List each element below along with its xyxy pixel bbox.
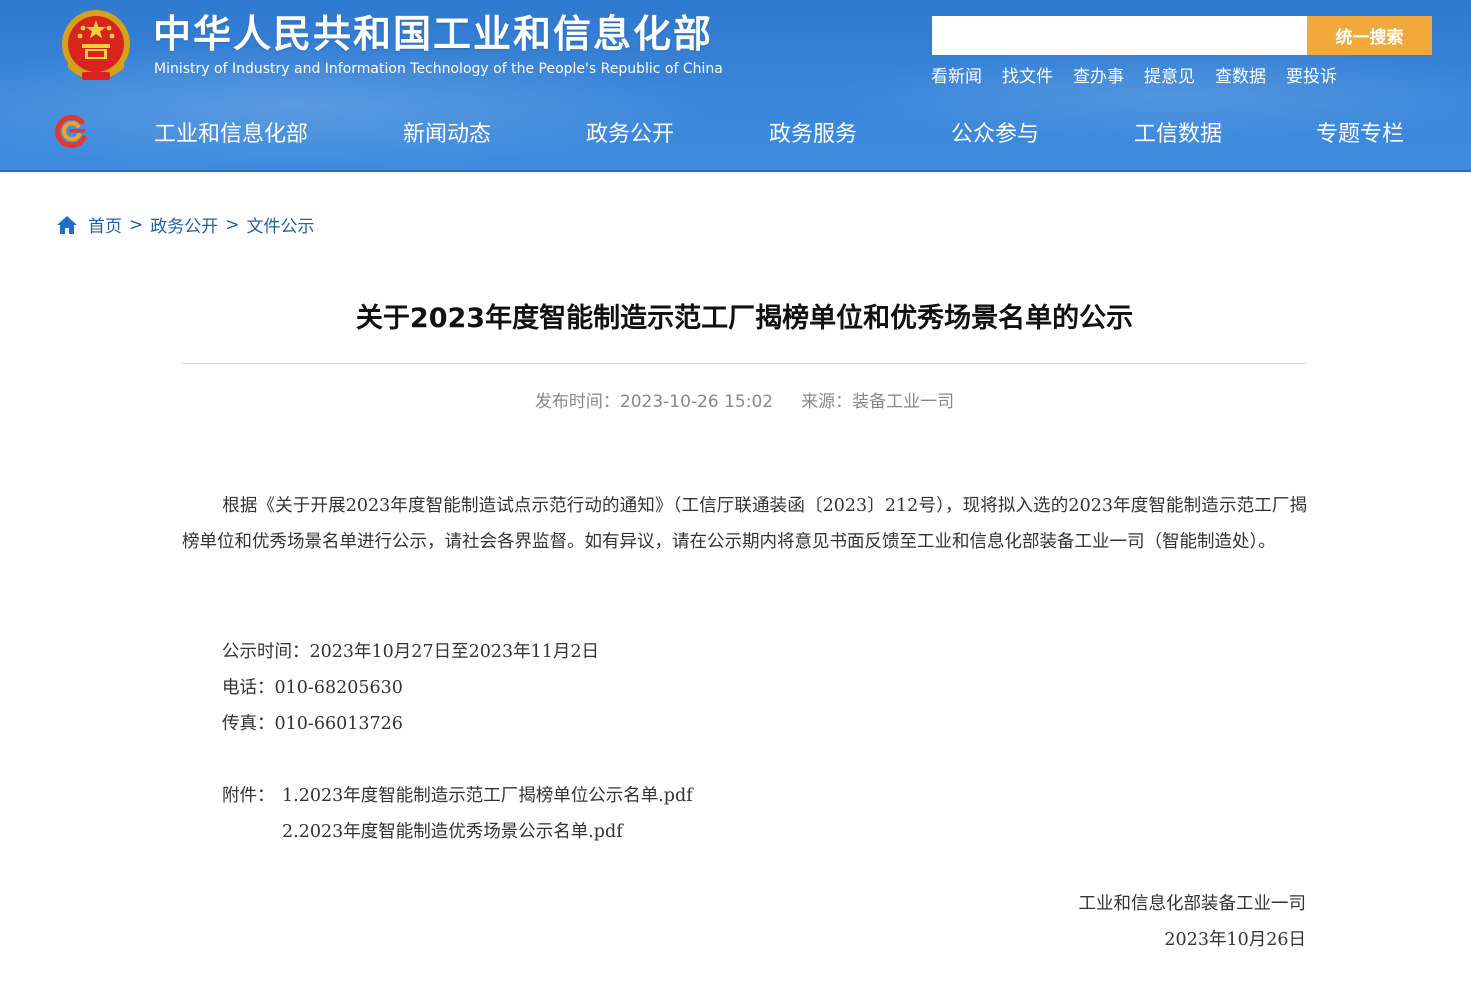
breadcrumb-separator: > xyxy=(129,214,144,235)
publish-time: 发布时间：2023-10-26 15:02 xyxy=(534,392,774,412)
quick-link-feedback[interactable]: 提意见 xyxy=(1144,62,1195,87)
article-body: 根据《关于开展2023年度智能制造试点示范行动的通知》（工信厅联通装函〔2023… xyxy=(182,488,1307,560)
site-title: 中华人民共和国工业和信息化部 xyxy=(153,12,714,56)
breadcrumb-government-affairs[interactable]: 政务公开 xyxy=(150,212,218,237)
nav-item-government-services[interactable]: 政务服务 xyxy=(769,116,857,148)
quick-link-data[interactable]: 查数据 xyxy=(1215,62,1266,87)
nav-item-data[interactable]: 工信数据 xyxy=(1134,116,1222,148)
attachment-link-2[interactable]: 2.2023年度智能制造优秀场景公示名单.pdf xyxy=(282,818,623,843)
quick-link-complaint[interactable]: 要投诉 xyxy=(1286,62,1337,87)
nav-item-public-participation[interactable]: 公众参与 xyxy=(951,116,1039,148)
quick-link-news[interactable]: 看新闻 xyxy=(931,62,982,87)
quick-link-files[interactable]: 找文件 xyxy=(1002,62,1053,87)
unified-search-button[interactable]: 统一搜索 xyxy=(1307,16,1432,55)
nav-item-government-affairs[interactable]: 政务公开 xyxy=(586,116,674,148)
ministry-logo-icon[interactable] xyxy=(52,114,90,148)
nav-item-ministry[interactable]: 工业和信息化部 xyxy=(154,116,308,148)
attachment-link-1[interactable]: 1.2023年度智能制造示范工厂揭榜单位公示名单.pdf xyxy=(282,782,693,807)
nav-item-news[interactable]: 新闻动态 xyxy=(403,116,491,148)
title-divider xyxy=(182,363,1307,364)
article-source: 来源：装备工业一司 xyxy=(801,392,955,412)
article-title: 关于2023年度智能制造示范工厂揭榜单位和优秀场景名单的公示 xyxy=(355,303,1134,334)
breadcrumb-home[interactable]: 首页 xyxy=(88,212,122,237)
breadcrumb: 首页 > 政务公开 > 文件公示 xyxy=(56,212,315,237)
site-header: 中华人民共和国工业和信息化部 Ministry of Industry and … xyxy=(0,0,1471,172)
quick-link-services[interactable]: 查办事 xyxy=(1073,62,1124,87)
breadcrumb-file-notice[interactable]: 文件公示 xyxy=(247,212,315,237)
article-paragraph: 根据《关于开展2023年度智能制造试点示范行动的通知》（工信厅联通装函〔2023… xyxy=(182,496,1307,552)
attachment-label: 附件： xyxy=(222,786,275,806)
contact-fax: 传真：010-66013726 xyxy=(222,714,403,734)
signature-date: 2023年10月26日 xyxy=(1164,930,1306,950)
contact-phone: 电话：010-68205630 xyxy=(222,678,403,698)
national-emblem-icon xyxy=(62,10,130,80)
search-input[interactable] xyxy=(932,16,1307,55)
home-icon[interactable] xyxy=(56,215,78,235)
notice-period: 公示时间：2023年10月27日至2023年11月2日 xyxy=(222,642,600,662)
breadcrumb-separator: > xyxy=(225,214,240,235)
nav-item-special-topics[interactable]: 专题专栏 xyxy=(1316,116,1404,148)
article-meta: 发布时间：2023-10-26 15:02 来源：装备工业一司 xyxy=(182,387,1307,412)
header-divider xyxy=(0,170,1471,172)
site-subtitle: Ministry of Industry and Information Tec… xyxy=(154,61,723,77)
signature-org: 工业和信息化部装备工业一司 xyxy=(1078,894,1307,914)
quick-links: 看新闻 找文件 查办事 提意见 查数据 要投诉 xyxy=(931,62,1337,87)
